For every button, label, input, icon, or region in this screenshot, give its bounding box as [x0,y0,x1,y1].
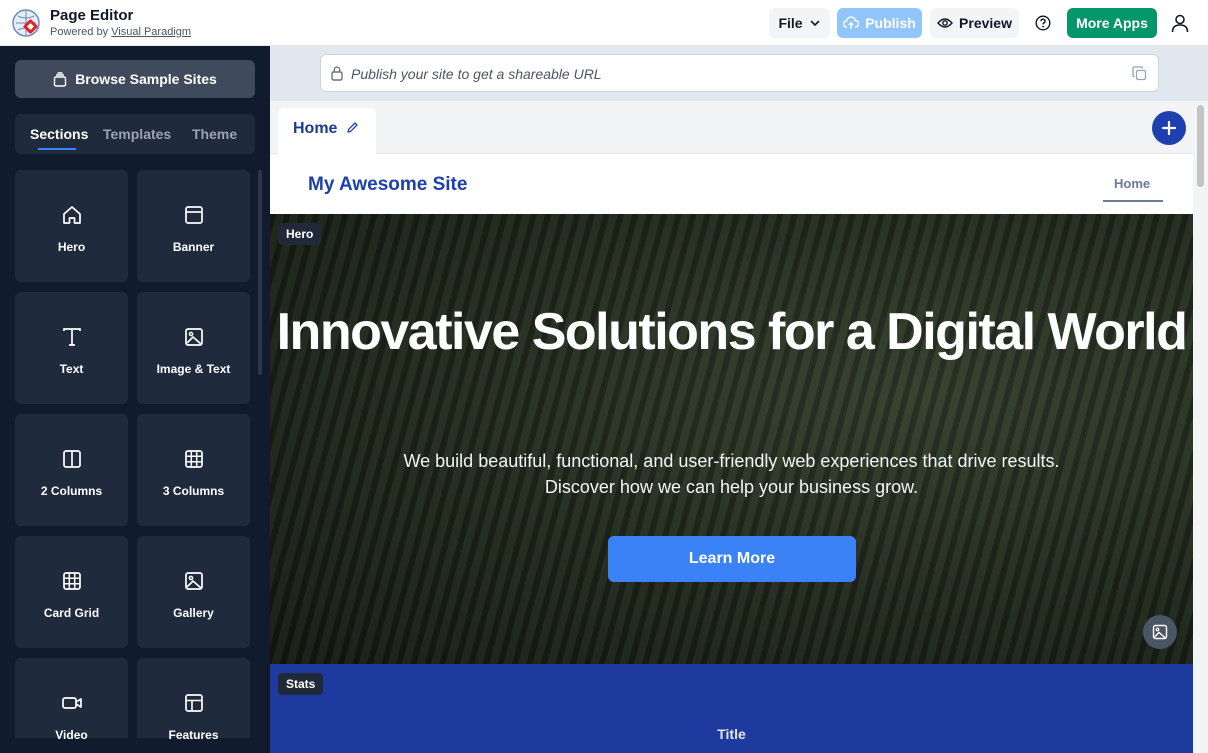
pencil-icon[interactable] [346,121,359,134]
active-tab-indicator [38,148,76,150]
page-tab-home[interactable]: Home [278,108,376,154]
stats-section[interactable]: Stats Title [270,664,1193,753]
app-title: Page Editor [50,7,134,24]
nav-active-underline [1103,200,1163,202]
file-label: File [778,15,803,31]
site-nav-home[interactable]: Home [1114,176,1150,191]
visual-paradigm-link[interactable]: Visual Paradigm [111,26,191,38]
shareable-url-field[interactable]: Publish your site to get a shareable URL [320,54,1159,92]
preview-button[interactable]: Preview [930,8,1019,38]
features-icon [185,694,203,712]
section-card-banner[interactable]: Banner [137,170,250,282]
section-card-card-grid[interactable]: Card Grid [15,536,128,648]
section-card-3-columns[interactable]: 3 Columns [137,414,250,526]
video-icon [62,697,82,709]
chevron-down-icon [810,20,819,27]
section-card-gallery[interactable]: Gallery [137,536,250,648]
section-card-image-text[interactable]: Image & Text [137,292,250,404]
more-apps-button[interactable]: More Apps [1067,8,1157,38]
hero-subtitle-line-1: We build beautiful, functional, and user… [403,451,1060,471]
stats-title[interactable]: Title [270,726,1193,742]
add-page-button[interactable] [1152,111,1186,145]
preview-label: Preview [959,15,1012,31]
site-header[interactable]: My Awesome Site Home [270,154,1193,214]
image-icon [185,328,203,346]
archive-icon [53,71,67,87]
cloud-upload-icon [843,16,860,29]
powered-prefix: Powered by [50,26,112,38]
tab-sections[interactable]: Sections [30,126,88,142]
section-card-features[interactable]: Features [137,658,250,742]
section-badge-stats: Stats [278,673,324,695]
browse-sample-sites-button[interactable]: Browse Sample Sites [15,60,255,98]
hero-title[interactable]: Innovative Solutions for a Digital World [270,304,1193,360]
browse-label: Browse Sample Sites [75,71,217,87]
file-menu-button[interactable]: File [769,8,830,38]
hero-subtitle[interactable]: We build beautiful, functional, and user… [270,448,1193,500]
card-label: Text [59,362,84,376]
card-label: Image & Text [156,362,231,376]
grid-icon [185,450,203,468]
card-label: Card Grid [43,606,100,620]
banner-icon [185,206,203,224]
card-label: Gallery [173,606,214,620]
visual-paradigm-logo-icon [12,9,40,37]
help-circle-icon [1035,15,1051,31]
section-card-video[interactable]: Video [15,658,128,742]
grid-icon [63,572,81,590]
powered-by: Powered by Visual Paradigm [50,26,191,38]
hero-section[interactable]: Hero Innovative Solutions for a Digital … [270,214,1193,664]
text-icon [63,328,81,346]
copy-icon[interactable] [1132,66,1147,81]
image-icon [185,572,203,590]
tab-templates[interactable]: Templates [103,126,171,142]
publish-label: Publish [865,15,916,31]
user-account-button[interactable] [1165,8,1195,38]
publish-button[interactable]: Publish [837,8,922,38]
page-tabs-bar: Home [270,101,1193,154]
card-label: 2 Columns [40,484,103,498]
lock-icon [331,66,343,81]
image-icon [1152,624,1168,640]
hero-background-overlay [270,214,1193,664]
page-scrollbar[interactable] [1193,101,1208,753]
learn-more-button[interactable]: Learn More [608,536,856,582]
section-card-2-columns[interactable]: 2 Columns [15,414,128,526]
top-bar: Page Editor Powered by Visual Paradigm F… [0,0,1208,46]
help-button[interactable] [1028,8,1058,38]
url-placeholder: Publish your site to get a shareable URL [351,66,602,82]
scrollbar-thumb[interactable] [1197,105,1204,187]
card-label: 3 Columns [162,484,225,498]
page-tab-label: Home [293,120,338,137]
tab-theme[interactable]: Theme [192,126,237,142]
card-label: Video [55,728,88,742]
section-badge-hero: Hero [278,223,322,245]
section-card-text[interactable]: Text [15,292,128,404]
card-label: Features [168,728,219,742]
user-icon [1171,14,1189,33]
eye-icon [937,18,953,28]
columns-icon [63,450,81,468]
url-bar-area: Publish your site to get a shareable URL [270,46,1208,101]
plus-icon [1161,120,1177,136]
card-label: Banner [172,240,215,254]
card-label: Hero [57,240,86,254]
change-background-image-button[interactable] [1143,615,1177,649]
hero-subtitle-line-2: Discover how we can help your business g… [544,477,919,497]
sidebar-scrollbar[interactable] [258,170,262,375]
site-title[interactable]: My Awesome Site [308,174,467,196]
section-card-hero[interactable]: Hero [15,170,128,282]
sidebar-tabs: Sections Templates Theme [15,114,255,154]
home-icon [63,206,81,224]
sidebar: Browse Sample Sites Sections Templates T… [0,46,270,753]
